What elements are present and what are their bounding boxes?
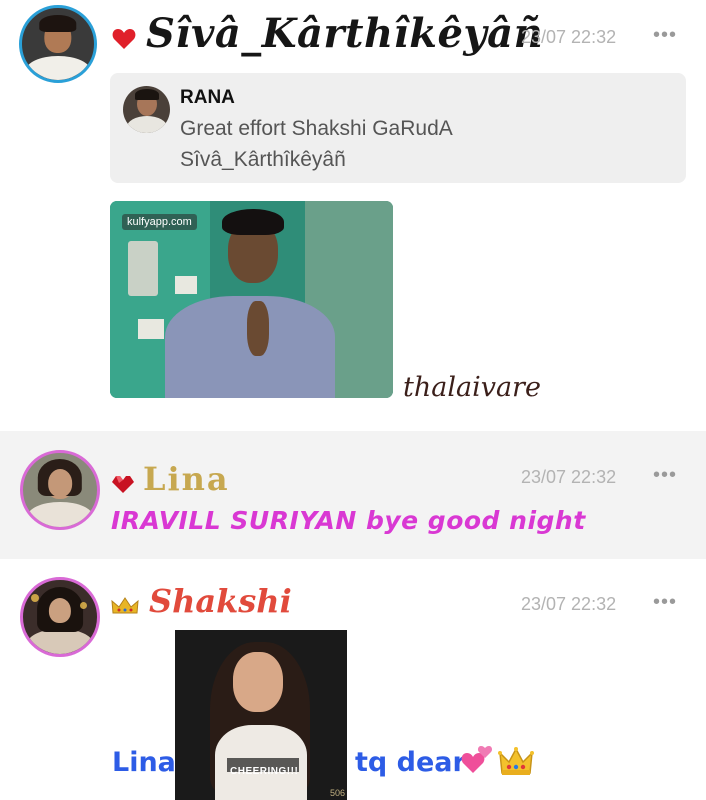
gif-counter: 506 [329,788,345,798]
timestamp: 23/07 22:32 [521,27,617,47]
gif-caption: CHEERING!!! [230,766,299,777]
quoted-message[interactable]: RANA Great effort Shakshi GaRudA Sîvâ_Kâ… [110,73,686,183]
more-options-button[interactable]: ••• [653,464,677,487]
sender-name[interactable]: Lina [143,463,230,495]
quoted-text-line: Sîvâ_Kârthîkêyâñ [180,148,346,171]
timestamp: 23/07 22:32 [521,594,617,614]
message-text: Lina [112,747,176,778]
timestamp: 23/07 22:32 [521,467,617,487]
avatar[interactable] [20,450,100,530]
avatar[interactable] [19,5,97,83]
crown-icon [498,747,534,775]
quoted-text-line: Great effort Shakshi GaRudA [180,117,453,140]
message-caption: thalaivare [403,372,541,403]
chat-message-shakshi: Shakshi 23/07 22:32 ••• CHEERING!!! 506 … [0,559,706,800]
ruby-heart-icon [112,476,134,493]
message-text: tq dear [355,747,466,778]
gif-image[interactable]: kulfyapp.com [110,201,393,398]
quoted-author: RANA [180,87,235,108]
crown-icon [111,597,139,614]
heart-icon [112,29,136,49]
message-text: IRAVILL SURIYAN bye good night [111,506,586,535]
gif-watermark: kulfyapp.com [122,214,197,230]
avatar[interactable] [20,577,100,657]
chat-message-lina: Lina 23/07 22:32 ••• IRAVILL SURIYAN bye… [0,431,706,559]
chat-message-siva: Sîvâ_Kârthîkêyâñ 23/07 22:32 ••• RANA Gr… [0,0,706,430]
sender-name[interactable]: Sîvâ_Kârthîkêyâñ [146,14,543,54]
sender-name[interactable]: Shakshi [149,585,292,617]
more-options-button[interactable]: ••• [653,24,677,47]
two-hearts-icon [461,746,493,773]
gif-image[interactable]: CHEERING!!! 506 [175,630,347,800]
quoted-avatar [123,86,170,133]
more-options-button[interactable]: ••• [653,591,677,614]
quoted-text: Great effort Shakshi GaRudA Sîvâ_Kârthîk… [180,113,660,175]
